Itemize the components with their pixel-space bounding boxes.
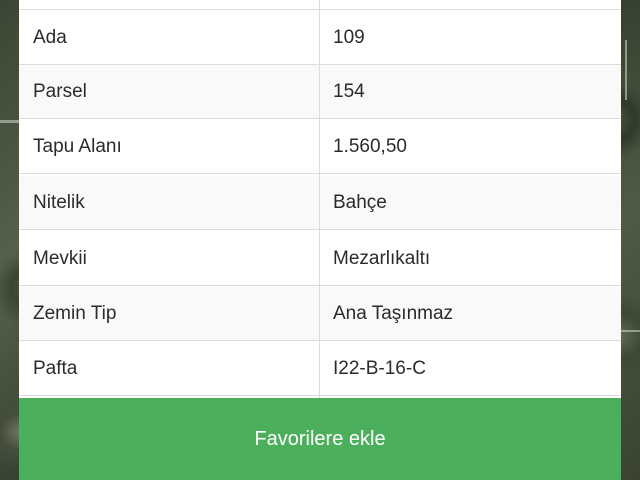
table-row: Zemin Tip Ana Taşınmaz (19, 287, 621, 341)
row-value-parsel: 154 (333, 81, 365, 102)
row-label-pafta: Pafta (33, 358, 78, 379)
table-row: Ada 109 (19, 11, 621, 65)
row-value-pafta: I22-B-16-C (333, 358, 426, 379)
table-row: Parsel 154 (19, 65, 621, 119)
row-label-ada: Ada (33, 27, 67, 48)
row-label-nitelik: Nitelik (33, 192, 85, 213)
row-label-zemin-tip: Zemin Tip (33, 303, 117, 324)
table-row: Pafta I22-B-16-C (19, 342, 621, 396)
row-value-nitelik: Bahçe (333, 192, 387, 213)
map-road (621, 330, 640, 332)
map-road (625, 40, 627, 100)
table-row: Nitelik Bahçe (19, 176, 621, 230)
row-value-tapu-alani: 1.560,50 (333, 136, 407, 157)
row-label-tapu-alani: Tapu Alanı (33, 136, 122, 157)
row-label-parsel: Parsel (33, 81, 87, 102)
row-value-ada: 109 (333, 27, 365, 48)
table-row: Tapu Alanı 1.560,50 (19, 120, 621, 174)
table-row-partial (19, 0, 621, 10)
table-row: Mevkii Mezarlıkaltı (19, 232, 621, 286)
column-divider (319, 0, 320, 398)
row-value-mevkii: Mezarlıkaltı (333, 248, 431, 269)
add-to-favorites-button[interactable]: Favorilere ekle (19, 398, 621, 480)
map-road (0, 120, 19, 123)
parcel-info-sheet: Ada 109 Parsel 154 Tapu Alanı 1.560,50 N… (19, 0, 621, 480)
row-label-mevkii: Mevkii (33, 248, 87, 269)
row-value-zemin-tip: Ana Taşınmaz (333, 303, 454, 324)
